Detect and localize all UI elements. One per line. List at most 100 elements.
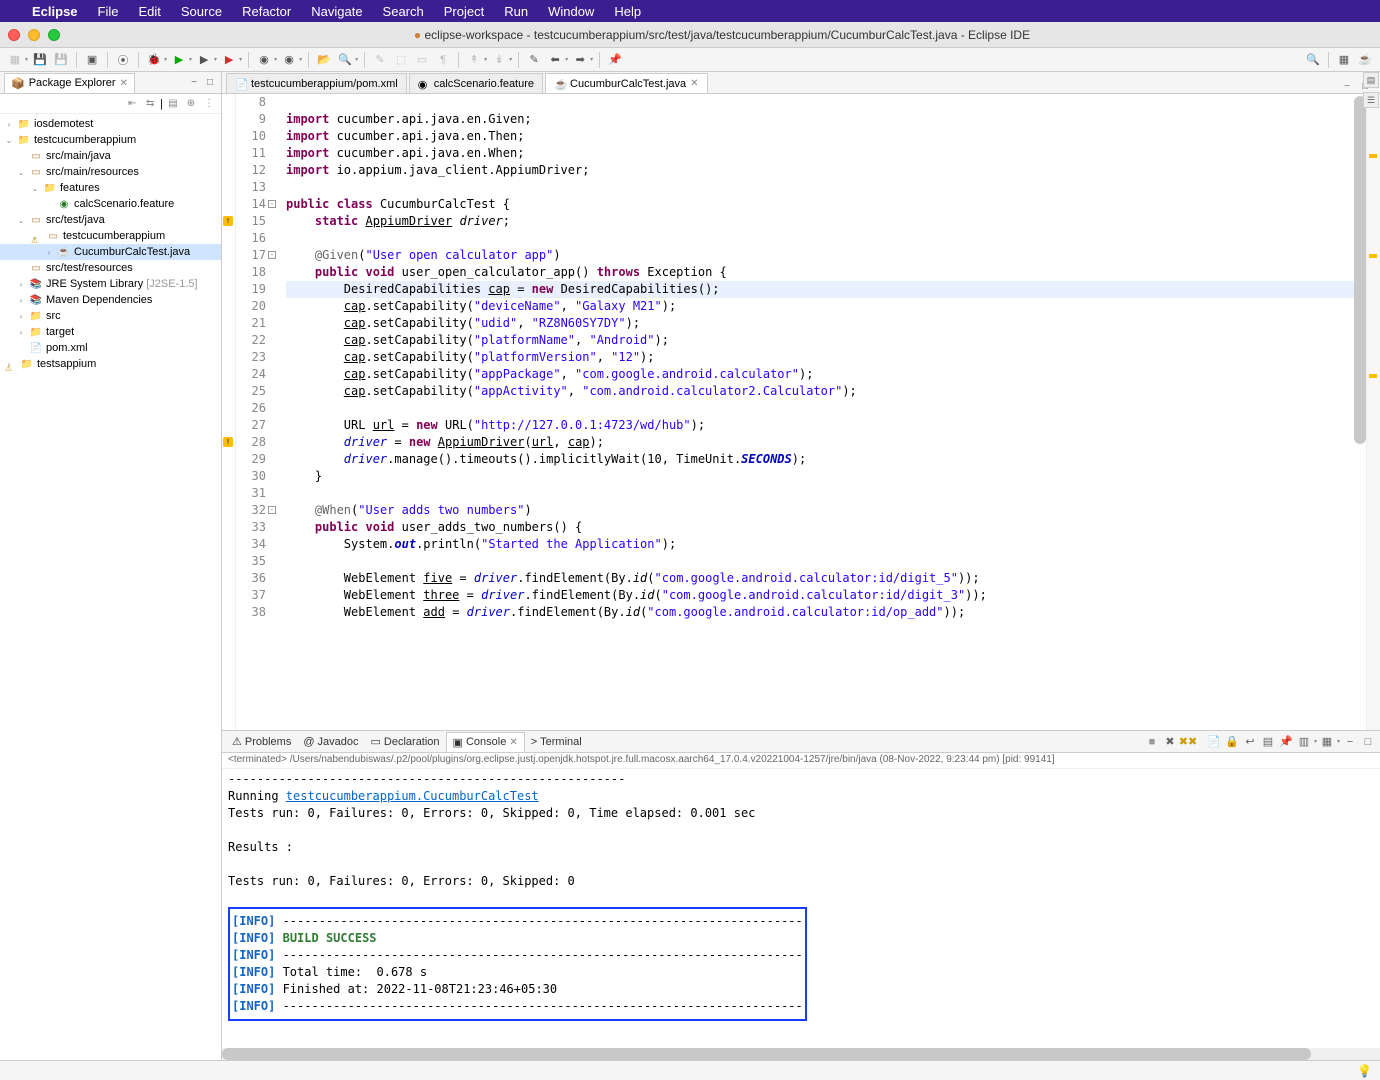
save-all-button[interactable]: 💾	[52, 51, 70, 69]
coverage-button[interactable]: ▶	[195, 51, 213, 69]
task-list-trim-button[interactable]: ☰	[1363, 92, 1379, 108]
tip-bulb-icon[interactable]: 💡	[1357, 1064, 1372, 1078]
open-console-button[interactable]: ▦	[1319, 734, 1335, 750]
bottom-tab-problems[interactable]: ⚠Problems	[226, 732, 297, 752]
menu-help[interactable]: Help	[614, 4, 641, 19]
tree-node-testsappium[interactable]: ›⚠📁testsappium	[0, 356, 221, 372]
package-tree[interactable]: ›📁iosdemotest⌄📁testcucumberappium▭src/ma…	[0, 114, 221, 1060]
close-icon[interactable]: ✕	[509, 737, 517, 748]
editor-tab-testcucumberappium-pom-xml[interactable]: 📄testcucumberappium/pom.xml	[226, 73, 407, 93]
tree-node-jre-system-library[interactable]: ›📚JRE System Library [J2SE-1.5]	[0, 276, 221, 292]
remove-all-button[interactable]: ✖✖	[1180, 734, 1196, 750]
menu-search[interactable]: Search	[383, 4, 424, 19]
run-button[interactable]: ▶	[170, 51, 188, 69]
forward-button[interactable]: ➡	[571, 51, 589, 69]
tree-node-src[interactable]: ›📁src	[0, 308, 221, 324]
view-menu-button[interactable]: ⋮	[201, 96, 217, 112]
search-quick-button[interactable]: 🔍	[1304, 51, 1322, 69]
pin-editor-button[interactable]: 📌	[606, 51, 624, 69]
zoom-window-button[interactable]	[48, 29, 60, 41]
app-name[interactable]: Eclipse	[32, 4, 78, 19]
tree-node-calcscenario-feature[interactable]: ◉calcScenario.feature	[0, 196, 221, 212]
terminal-button[interactable]: ▣	[83, 51, 101, 69]
java-perspective-button[interactable]: ☕	[1356, 51, 1374, 69]
menu-window[interactable]: Window	[548, 4, 594, 19]
bottom-tab-javadoc[interactable]: @Javadoc	[297, 732, 364, 752]
skip-breakpoints-button[interactable]: ⦿	[114, 51, 132, 69]
new-plugin-button[interactable]: ◉	[280, 51, 298, 69]
editor-tab-cucumburcalctest-java[interactable]: ☕CucumburCalcTest.java✕	[545, 73, 708, 93]
editor-tab-calcscenario-feature[interactable]: ◉calcScenario.feature	[409, 73, 543, 93]
console-output[interactable]: ----------------------------------------…	[222, 769, 1380, 1048]
tree-node-pom-xml[interactable]: 📄pom.xml	[0, 340, 221, 356]
tree-node-cucumburcalctest-java[interactable]: ›☕CucumburCalcTest.java	[0, 244, 221, 260]
outline-trim-button[interactable]: ▤	[1363, 72, 1379, 88]
wand-button[interactable]: ✎	[371, 51, 389, 69]
menu-run[interactable]: Run	[504, 4, 528, 19]
tree-node-iosdemotest[interactable]: ›📁iosdemotest	[0, 116, 221, 132]
remove-launch-button[interactable]: ✖	[1162, 734, 1178, 750]
editor-vertical-scrollbar[interactable]	[1354, 96, 1366, 728]
overview-ruler[interactable]	[1366, 94, 1380, 730]
debug-button[interactable]: 🐞	[145, 51, 163, 69]
focus-button[interactable]: ⊕	[183, 96, 199, 112]
tree-node-features[interactable]: ⌄📁features	[0, 180, 221, 196]
last-edit-location-button[interactable]: ✎	[525, 51, 543, 69]
pin-console-button[interactable]: 📌	[1278, 734, 1294, 750]
bottom-tab-declaration[interactable]: ▭Declaration	[365, 732, 446, 752]
open-perspective-button[interactable]: ▦	[1335, 51, 1353, 69]
console-icon: ▣	[453, 736, 463, 749]
new-java-button[interactable]: ◉	[255, 51, 273, 69]
maximize-view-button[interactable]: □	[203, 76, 217, 90]
menu-refactor[interactable]: Refactor	[242, 4, 291, 19]
tree-node-src-main-resources[interactable]: ⌄▭src/main/resources	[0, 164, 221, 180]
tree-node-testcucumberappium[interactable]: ⌄📁testcucumberappium	[0, 132, 221, 148]
toggle-block-button[interactable]: ▭	[413, 51, 431, 69]
show-whitespace-button[interactable]: ¶	[434, 51, 452, 69]
scroll-lock-button[interactable]: 🔒	[1224, 734, 1240, 750]
menu-edit[interactable]: Edit	[138, 4, 160, 19]
back-button[interactable]: ⬅	[546, 51, 564, 69]
menu-source[interactable]: Source	[181, 4, 222, 19]
tree-node-maven-dependencies[interactable]: ›📚Maven Dependencies	[0, 292, 221, 308]
terminal-icon: >	[531, 736, 537, 748]
bottom-tab-terminal[interactable]: >Terminal	[525, 732, 588, 752]
close-window-button[interactable]	[8, 29, 20, 41]
word-wrap-button[interactable]: ↩	[1242, 734, 1258, 750]
minimize-console-button[interactable]: −	[1342, 734, 1358, 750]
menu-file[interactable]: File	[98, 4, 119, 19]
maximize-console-button[interactable]: □	[1360, 734, 1376, 750]
terminate-button[interactable]: ■	[1144, 734, 1160, 750]
new-button[interactable]: ▦	[6, 51, 24, 69]
link-editor-button[interactable]: ⇆	[142, 96, 158, 112]
package-explorer-tab[interactable]: 📦 Package Explorer ✕	[4, 73, 135, 93]
minimize-editor-button[interactable]: −	[1340, 79, 1354, 93]
tree-node-src-test-java[interactable]: ⌄▭src/test/java	[0, 212, 221, 228]
display-selected-button[interactable]: ▥	[1296, 734, 1312, 750]
search-button[interactable]: 🔍	[336, 51, 354, 69]
bottom-tab-console[interactable]: ▣Console✕	[446, 732, 525, 752]
minimize-window-button[interactable]	[28, 29, 40, 41]
menu-project[interactable]: Project	[444, 4, 484, 19]
collapse-all-button[interactable]: ⇤	[124, 96, 140, 112]
tree-node-testcucumberappium[interactable]: ⌄⚠▭testcucumberappium	[0, 228, 221, 244]
tree-node-src-main-java[interactable]: ▭src/main/java	[0, 148, 221, 164]
close-icon[interactable]: ✕	[120, 78, 128, 89]
tree-node-src-test-resources[interactable]: ▭src/test/resources	[0, 260, 221, 276]
filter-button[interactable]: ▤	[165, 96, 181, 112]
show-console-button[interactable]: ▤	[1260, 734, 1276, 750]
bottom-panel: ⚠Problems@Javadoc▭Declaration▣Console✕>T…	[222, 730, 1380, 1060]
toggle-mark-button[interactable]: ⬚	[392, 51, 410, 69]
run-last-button[interactable]: ▶	[220, 51, 238, 69]
minimize-view-button[interactable]: −	[187, 76, 201, 90]
open-type-button[interactable]: 📂	[315, 51, 333, 69]
save-button[interactable]: 💾	[31, 51, 49, 69]
code-editor[interactable]: !! 891011121314-151617-18192021222324252…	[222, 94, 1380, 730]
menu-navigate[interactable]: Navigate	[311, 4, 362, 19]
console-horizontal-scrollbar[interactable]	[222, 1048, 1380, 1060]
tree-node-target[interactable]: ›📁target	[0, 324, 221, 340]
clear-console-button[interactable]: 📄	[1206, 734, 1222, 750]
prev-annotation-button[interactable]: ↟	[465, 51, 483, 69]
close-icon[interactable]: ✕	[690, 78, 698, 89]
next-annotation-button[interactable]: ↡	[490, 51, 508, 69]
